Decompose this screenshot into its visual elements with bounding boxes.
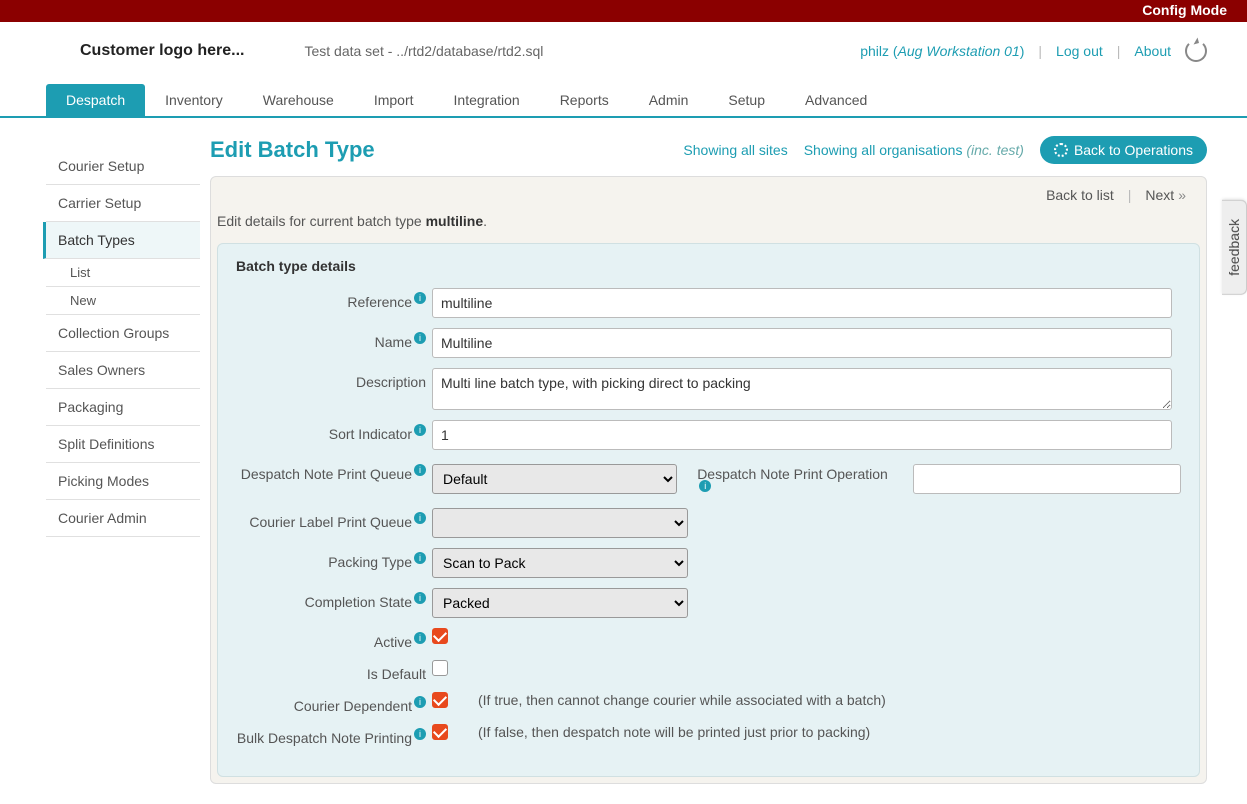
info-icon[interactable]: i — [414, 332, 426, 344]
tab-setup[interactable]: Setup — [708, 84, 785, 116]
tab-admin[interactable]: Admin — [629, 84, 709, 116]
user-link[interactable]: philz — [860, 43, 889, 59]
feedback-tab[interactable]: feedback — [1222, 200, 1247, 295]
batch-type-details-card: Batch type details Referencei Namei Desc… — [217, 243, 1200, 777]
refresh-icon[interactable] — [1185, 40, 1207, 62]
row-description: Description — [236, 368, 1181, 410]
separator: | — [1038, 43, 1042, 59]
user-block: philz (Aug Workstation 01) — [860, 43, 1024, 59]
row-courier-dependent: Courier Dependenti (If true, then cannot… — [236, 692, 1181, 714]
tab-import[interactable]: Import — [354, 84, 434, 116]
page-title: Edit Batch Type — [210, 137, 375, 163]
separator: | — [1117, 43, 1121, 59]
info-icon[interactable]: i — [414, 512, 426, 524]
info-icon[interactable]: i — [414, 632, 426, 644]
reference-input[interactable] — [432, 288, 1172, 318]
header: Customer logo here... Test data set - ..… — [0, 22, 1247, 84]
sidebar-item-collection-groups[interactable]: Collection Groups — [46, 315, 200, 352]
info-icon[interactable]: i — [414, 292, 426, 304]
row-courier-label-queue: Courier Label Print Queuei — [236, 508, 1181, 538]
courier-dependent-checkbox[interactable] — [432, 692, 448, 708]
sidebar-item-courier-setup[interactable]: Courier Setup — [46, 148, 200, 185]
sidebar-item-packaging[interactable]: Packaging — [46, 389, 200, 426]
courier-label-queue-select[interactable] — [432, 508, 688, 538]
showing-orgs-link[interactable]: Showing all organisations (inc. test) — [804, 142, 1024, 158]
active-checkbox[interactable] — [432, 628, 448, 644]
page-header-actions: Showing all sites Showing all organisati… — [683, 136, 1207, 164]
tab-integration[interactable]: Integration — [434, 84, 540, 116]
row-active: Activei — [236, 628, 1181, 650]
back-to-list-link[interactable]: Back to list — [1046, 187, 1114, 203]
sort-indicator-input[interactable] — [432, 420, 1172, 450]
separator: | — [1128, 187, 1132, 203]
row-sort-indicator: Sort Indicatori — [236, 420, 1181, 450]
info-icon[interactable]: i — [699, 480, 711, 492]
row-completion-state: Completion Statei Packed — [236, 588, 1181, 618]
dataset-path: Test data set - ../rtd2/database/rtd2.sq… — [304, 43, 543, 59]
row-is-default: Is Default — [236, 660, 1181, 682]
tab-despatch[interactable]: Despatch — [46, 84, 145, 116]
sidebar-item-courier-admin[interactable]: Courier Admin — [46, 500, 200, 537]
workstation-name: Aug Workstation 01 — [898, 43, 1020, 59]
row-despatch-note-queue: Despatch Note Print Queuei Default Despa… — [236, 460, 1181, 498]
bulk-despatch-checkbox[interactable] — [432, 724, 448, 740]
header-right: philz (Aug Workstation 01) | Log out | A… — [860, 40, 1207, 62]
info-icon[interactable]: i — [414, 592, 426, 604]
despatch-note-queue-select[interactable]: Default — [432, 464, 677, 494]
info-icon[interactable]: i — [414, 424, 426, 436]
is-default-checkbox[interactable] — [432, 660, 448, 676]
sidebar-sub-list[interactable]: List — [46, 259, 200, 287]
info-icon[interactable]: i — [414, 696, 426, 708]
config-mode-bar: Config Mode — [0, 0, 1247, 22]
info-icon[interactable]: i — [414, 464, 426, 476]
gear-icon — [1054, 143, 1068, 157]
main-nav: DespatchInventoryWarehouseImportIntegrat… — [0, 84, 1247, 118]
bulk-despatch-hint: (If false, then despatch note will be pr… — [478, 724, 870, 740]
info-icon[interactable]: i — [414, 728, 426, 740]
sidebar: Courier SetupCarrier SetupBatch TypesLis… — [0, 118, 200, 804]
sidebar-item-carrier-setup[interactable]: Carrier Setup — [46, 185, 200, 222]
row-reference: Referencei — [236, 288, 1181, 318]
panel-nav: Back to list | Next — [211, 177, 1206, 213]
sidebar-item-batch-types[interactable]: Batch Types — [43, 222, 200, 259]
section-title: Batch type details — [236, 258, 1181, 274]
next-link[interactable]: Next — [1145, 187, 1186, 203]
main-content: Edit Batch Type Showing all sites Showin… — [200, 118, 1247, 804]
config-mode-label: Config Mode — [1142, 2, 1227, 18]
info-icon[interactable]: i — [414, 552, 426, 564]
customer-logo: Customer logo here... — [80, 42, 244, 60]
tab-warehouse[interactable]: Warehouse — [243, 84, 354, 116]
page-header: Edit Batch Type Showing all sites Showin… — [210, 136, 1207, 164]
row-name: Namei — [236, 328, 1181, 358]
back-to-operations-button[interactable]: Back to Operations — [1040, 136, 1207, 164]
sidebar-sub-new[interactable]: New — [46, 287, 200, 315]
logout-link[interactable]: Log out — [1056, 43, 1103, 59]
row-packing-type: Packing Typei Scan to Pack — [236, 548, 1181, 578]
description-input[interactable] — [432, 368, 1172, 410]
completion-state-select[interactable]: Packed — [432, 588, 688, 618]
despatch-note-operation-input[interactable] — [913, 464, 1181, 494]
showing-sites-link[interactable]: Showing all sites — [683, 142, 787, 158]
tab-reports[interactable]: Reports — [540, 84, 629, 116]
courier-dependent-hint: (If true, then cannot change courier whi… — [478, 692, 886, 708]
name-input[interactable] — [432, 328, 1172, 358]
intro-text: Edit details for current batch type mult… — [211, 213, 1206, 243]
packing-type-select[interactable]: Scan to Pack — [432, 548, 688, 578]
sidebar-item-picking-modes[interactable]: Picking Modes — [46, 463, 200, 500]
sidebar-item-sales-owners[interactable]: Sales Owners — [46, 352, 200, 389]
sidebar-item-split-definitions[interactable]: Split Definitions — [46, 426, 200, 463]
tab-advanced[interactable]: Advanced — [785, 84, 887, 116]
row-bulk-despatch: Bulk Despatch Note Printingi (If false, … — [236, 724, 1181, 746]
content-panel: Back to list | Next Edit details for cur… — [210, 176, 1207, 784]
about-link[interactable]: About — [1134, 43, 1171, 59]
tab-inventory[interactable]: Inventory — [145, 84, 243, 116]
